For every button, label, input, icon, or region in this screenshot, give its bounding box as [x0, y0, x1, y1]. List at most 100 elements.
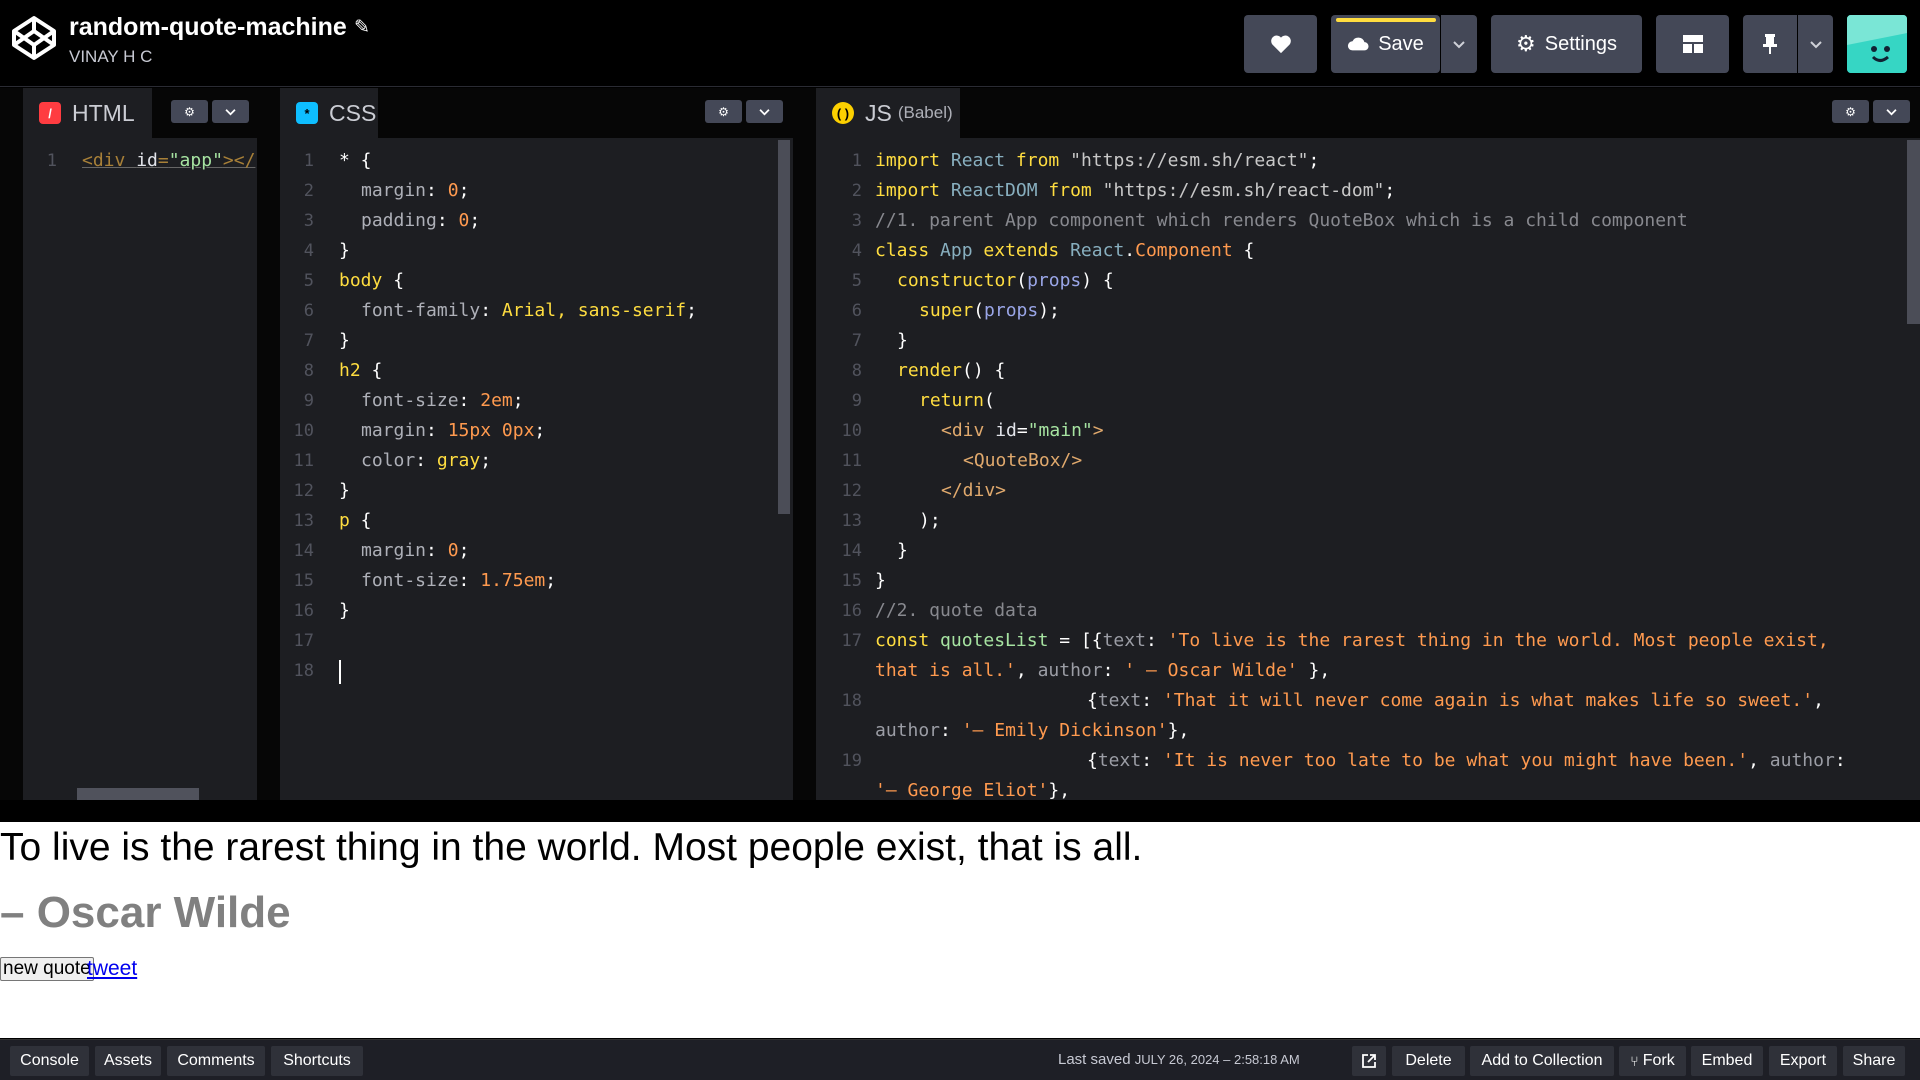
line-number: 10 [293, 421, 314, 441]
gear-icon: ⚙ [718, 104, 729, 119]
html-code[interactable]: 1 <div id="app"></ [23, 146, 257, 800]
js-vertical-scrollbar[interactable] [1907, 140, 1920, 324]
gear-icon: ⚙ [1516, 31, 1536, 56]
line-number: 16 [841, 601, 862, 621]
love-button[interactable] [1244, 15, 1317, 73]
line-number: 4 [851, 241, 862, 261]
code-line: h2 { [339, 360, 383, 381]
tab-html[interactable]: / HTML [23, 88, 152, 138]
line-number: 8 [303, 361, 314, 381]
code-line: } [897, 540, 908, 561]
code-line: author: '– Emily Dickinson'}, [875, 720, 1190, 741]
tweet-link[interactable]: tweet [87, 957, 137, 981]
pin-button[interactable] [1743, 15, 1797, 73]
code-line: } [875, 570, 886, 591]
shortcuts-button[interactable]: Shortcuts [271, 1046, 363, 1076]
code-line: {text: 'That it will never come again is… [1087, 690, 1824, 711]
css-code[interactable]: 1 * { 2 margin: 0; 3 padding: 0; 4 } 5 b… [280, 146, 793, 800]
edit-title-pencil-icon[interactable]: ✎ [354, 16, 370, 39]
code-line: margin: 15px 0px; [361, 420, 546, 441]
code-line: } [897, 330, 908, 351]
pin-options-dropdown[interactable] [1798, 15, 1833, 73]
code-line: margin: 0; [361, 540, 470, 561]
code-line: margin: 0; [361, 180, 470, 201]
line-number: 7 [851, 331, 862, 351]
chevron-down-icon [1809, 40, 1822, 48]
code-line: //1. parent App component which renders … [875, 210, 1688, 231]
line-number: 12 [841, 481, 862, 501]
js-settings-button[interactable]: ⚙ [1832, 100, 1869, 123]
line-number: 2 [851, 181, 862, 201]
html-badge-icon: / [39, 102, 61, 124]
css-tabbar: * CSS ⚙ [280, 88, 793, 138]
quote-author: – Oscar Wilde [0, 888, 291, 937]
css-options-dropdown[interactable] [746, 100, 783, 123]
line-number: 10 [841, 421, 862, 441]
open-in-new-window-button[interactable] [1352, 1046, 1386, 1076]
line-number: 15 [841, 571, 862, 591]
line-number: 14 [841, 541, 862, 561]
html-options-dropdown[interactable] [212, 100, 249, 123]
code-line: padding: 0; [361, 210, 481, 231]
code-line: } [339, 480, 350, 501]
html-editor-pane: / HTML ⚙ 1 <div id="app"></ [23, 88, 257, 800]
pen-title[interactable]: random-quote-machine [69, 13, 347, 42]
html-settings-button[interactable]: ⚙ [171, 100, 208, 123]
code-line: import ReactDOM from "https://esm.sh/rea… [875, 180, 1396, 201]
html-horizontal-scrollbar[interactable] [77, 788, 199, 800]
user-avatar[interactable] [1847, 15, 1907, 73]
console-button[interactable]: Console [10, 1046, 89, 1076]
layout-icon [1682, 35, 1703, 53]
external-link-icon [1362, 1054, 1376, 1068]
save-options-dropdown[interactable] [1441, 15, 1477, 73]
last-saved-prefix: Last saved [1058, 1051, 1131, 1068]
change-view-button[interactable] [1656, 15, 1729, 73]
css-settings-button[interactable]: ⚙ [705, 100, 742, 123]
resize-bar[interactable] [0, 800, 1920, 822]
new-quote-button[interactable]: new quote [0, 957, 94, 981]
pin-icon [1763, 34, 1777, 54]
codepen-logo-icon[interactable] [10, 14, 58, 62]
line-number: 9 [851, 391, 862, 411]
pane-divider[interactable] [257, 88, 280, 800]
tab-css[interactable]: * CSS [280, 88, 378, 138]
pen-author[interactable]: VINAY H C [69, 47, 152, 67]
gear-icon: ⚙ [184, 104, 195, 119]
save-button[interactable]: Save [1331, 15, 1440, 73]
codepen-editor-page: random-quote-machine ✎ VINAY H C Save ⚙ … [0, 0, 1920, 1080]
embed-button[interactable]: Embed [1691, 1046, 1763, 1076]
fork-button[interactable]: ⑂ Fork [1619, 1046, 1686, 1076]
js-badge-icon: ( ) [832, 102, 854, 124]
tab-js[interactable]: ( ) JS (Babel) [816, 88, 960, 138]
code-line: render() { [897, 360, 1006, 381]
line-number: 17 [293, 631, 314, 651]
quote-text: To live is the rarest thing in the world… [0, 826, 1143, 869]
code-line: } [339, 600, 350, 621]
share-button[interactable]: Share [1843, 1046, 1905, 1076]
line-number: 5 [851, 271, 862, 291]
settings-label: Settings [1544, 32, 1617, 55]
code-line: class App extends React.Component { [875, 240, 1255, 261]
settings-button[interactable]: ⚙ Settings [1491, 15, 1642, 73]
code-line: </div> [941, 480, 1007, 501]
comments-button[interactable]: Comments [167, 1046, 265, 1076]
line-number: 6 [303, 301, 314, 321]
js-options-dropdown[interactable] [1873, 100, 1910, 123]
code-line: super(props); [919, 300, 1060, 321]
add-to-collection-button[interactable]: Add to Collection [1470, 1046, 1614, 1076]
assets-button[interactable]: Assets [95, 1046, 161, 1076]
fork-icon: ⑂ [1630, 1053, 1639, 1069]
export-button[interactable]: Export [1769, 1046, 1837, 1076]
unsaved-indicator-bar [1336, 18, 1436, 22]
line-number: 7 [303, 331, 314, 351]
delete-button[interactable]: Delete [1392, 1046, 1465, 1076]
line-number: 2 [303, 181, 314, 201]
js-pane-buttons: ⚙ [1828, 100, 1910, 123]
css-pane-buttons: ⚙ [701, 100, 783, 123]
line-number: 1 [851, 151, 862, 171]
line-number: 6 [851, 301, 862, 321]
pane-divider[interactable] [793, 88, 816, 800]
js-code[interactable]: 1 import React from "https://esm.sh/reac… [816, 146, 1920, 800]
save-label: Save [1378, 32, 1424, 55]
css-vertical-scrollbar[interactable] [778, 140, 790, 514]
